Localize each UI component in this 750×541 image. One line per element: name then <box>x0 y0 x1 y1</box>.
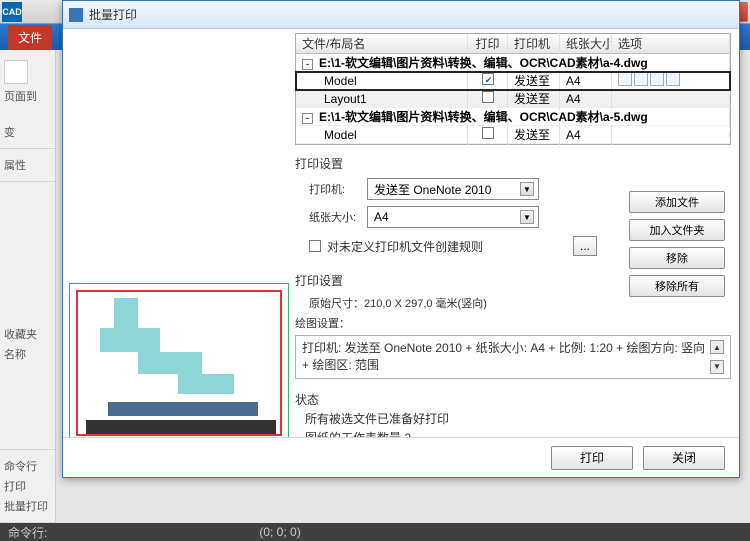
printer-value: 发送至 OneNote 2010 <box>374 181 491 198</box>
scroll-up-icon[interactable]: ▲ <box>710 340 724 354</box>
dialog-footer: 打印 关闭 <box>63 437 739 477</box>
chevron-down-icon: ▼ <box>520 182 534 196</box>
statusbar-cmd-label: 命令行: <box>8 524 47 541</box>
sidebar-label-change: 变 <box>4 124 51 140</box>
undef-rule-label: 对未定义打印机文件创建规则 <box>327 238 483 255</box>
status-ready: 所有被选文件已准备好打印 <box>305 410 731 427</box>
dialog-titlebar: 批量打印 <box>63 1 739 29</box>
menu-file[interactable]: 文件 <box>8 25 52 50</box>
paper-label: 纸张大小: <box>295 209 367 225</box>
sidebar-label-name: 名称 <box>4 346 51 362</box>
status-title: 状态 <box>295 391 731 408</box>
undef-rule-checkbox[interactable] <box>309 240 321 252</box>
file-grid: 文件/布局名 打印 打印机 纸张大小 选项 -E:\1-软文编辑\图片资料\转换… <box>295 33 731 145</box>
add-file-button[interactable]: 添加文件 <box>629 191 725 213</box>
batch-print-dialog: 批量打印 文件/ <box>62 0 740 478</box>
print-button[interactable]: 打印 <box>551 446 633 470</box>
sidebar-label-batch-print: 批量打印 <box>4 498 51 514</box>
row-option-icons[interactable] <box>618 72 680 86</box>
printer-combo[interactable]: 发送至 OneNote 2010 ▼ <box>367 178 539 200</box>
app-window: CAD — ☐ ✕ 文件 页面到 变 属性 收藏夹 名称 命令行 打印 批量打印 <box>0 0 750 541</box>
sidebar: 页面到 变 属性 收藏夹 名称 命令行 打印 批量打印 <box>0 50 56 523</box>
expand-icon[interactable]: - <box>302 59 313 70</box>
plot-settings-text: 打印机: 发送至 OneNote 2010 + 纸张大小: A4 + 比例: 1… <box>302 340 710 374</box>
printer-label: 打印机: <box>295 181 367 197</box>
sidebar-label-props: 属性 <box>4 157 51 173</box>
print-checkbox[interactable] <box>482 73 494 85</box>
close-dialog-button[interactable]: 关闭 <box>643 446 725 470</box>
expand-icon[interactable]: - <box>302 113 313 124</box>
statusbar-coords: (0; 0; 0) <box>259 525 300 539</box>
sidebar-label-print: 打印 <box>4 478 51 494</box>
settings-more-button[interactable]: ... <box>573 236 597 256</box>
drawing-preview <box>69 283 289 437</box>
print-checkbox[interactable] <box>482 91 494 103</box>
layout-row[interactable]: Model发送至A4 <box>296 126 730 144</box>
preview-frame <box>76 290 282 436</box>
status-sheets: 图纸的工作表数量 2 <box>305 429 731 437</box>
sidebar-label-cmdline: 命令行 <box>4 458 51 474</box>
print-settings-title: 打印设置 <box>295 155 731 172</box>
remove-all-button[interactable]: 移除所有 <box>629 275 725 297</box>
sidebar-label-favorites: 收藏夹 <box>4 326 51 342</box>
app-logo: CAD <box>2 2 22 22</box>
statusbar: 命令行: (0; 0; 0) <box>0 523 750 541</box>
dialog-icon <box>69 8 83 22</box>
orig-size: 原始尺寸：210,0 X 297,0 毫米(竖向) <box>295 295 731 311</box>
chevron-down-icon: ▼ <box>520 210 534 224</box>
paper-combo[interactable]: A4 ▼ <box>367 206 539 228</box>
status-section: 状态 所有被选文件已准备好打印 图纸的工作表数量 2 <box>295 389 731 437</box>
sidebar-label-page-to: 页面到 <box>4 88 51 104</box>
print-checkbox[interactable] <box>482 127 494 139</box>
scroll-down-icon[interactable]: ▼ <box>710 360 724 374</box>
file-action-buttons: 添加文件 加入文件夹 移除 移除所有 <box>629 191 725 297</box>
plot-settings-detail: 打印机: 发送至 OneNote 2010 + 纸张大小: A4 + 比例: 1… <box>295 335 731 379</box>
remove-button[interactable]: 移除 <box>629 247 725 269</box>
add-folder-button[interactable]: 加入文件夹 <box>629 219 725 241</box>
dialog-title: 批量打印 <box>89 6 137 23</box>
plot-settings-label: 绘图设置： <box>295 315 731 331</box>
paper-value: A4 <box>374 210 389 224</box>
sidebar-icon-page[interactable] <box>4 60 28 84</box>
